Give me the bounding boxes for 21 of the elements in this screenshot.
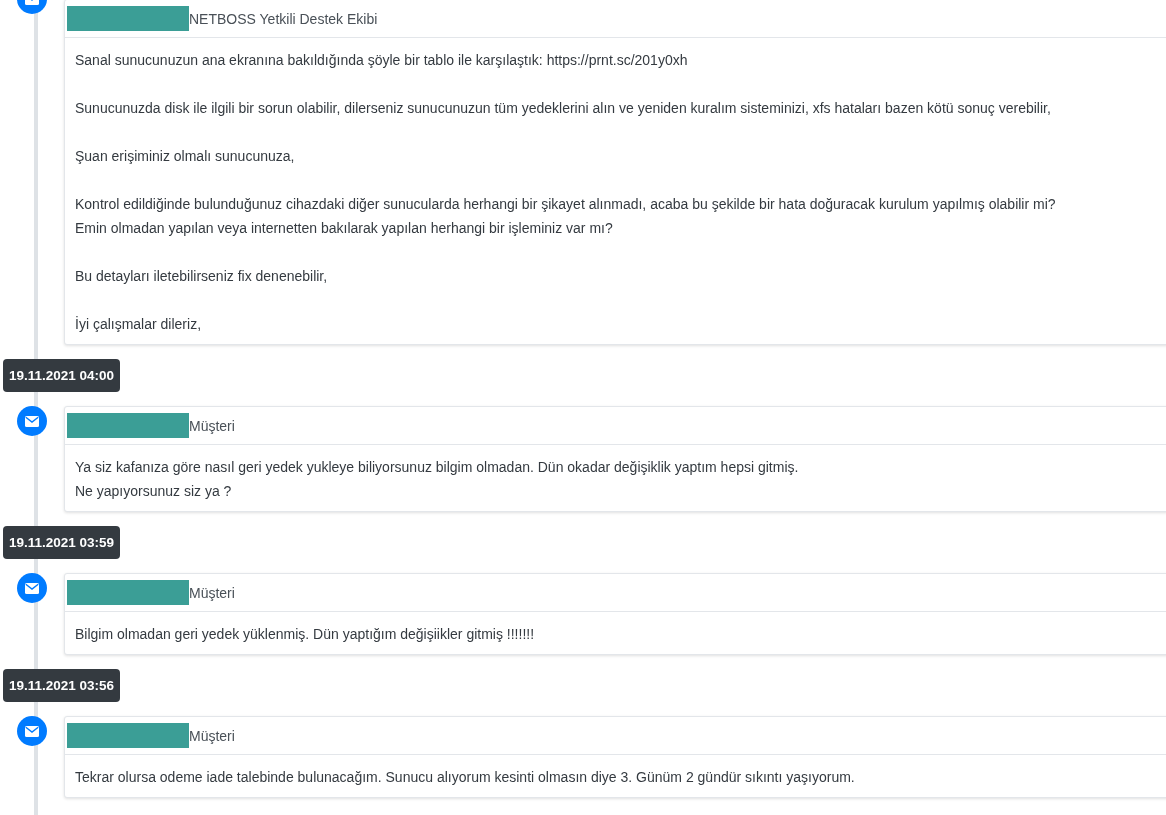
author-label: Müşteri — [189, 417, 235, 434]
message-text: Emin olmadan yapılan veya internetten bakılarak yapılan herhangi bir işleminiz var mı? — [75, 219, 614, 238]
date-badge: 19.11.2021 04:00 — [3, 359, 121, 392]
message-text: Ne yapıyorsunuz siz ya ? — [75, 482, 233, 501]
date-badge: 19.11.2021 03:56 — [3, 669, 121, 702]
message-text: Bilgim olmadan geri yedek yüklenmiş. Dün yaptığım değişiikler gitmiş !!!!!!! — [75, 625, 536, 644]
message-text: Şuan erişiminiz olmalı sunucunuza, — [75, 147, 296, 166]
author-label: Müşteri — [189, 727, 235, 744]
author-label: Müşteri — [189, 584, 235, 601]
message-text: Ya siz kafanıza göre nasıl geri yedek yukleye biliyorsunuz bilgim olmadan. Dün okadar değişiklik yaptım hepsi gitmiş. — [75, 458, 800, 477]
message-text: Sanal sunucunuzun ana ekranına bakıldığında şöyle bir tablo ile karşılaştık: https://prnt.sc/201y0xh — [75, 51, 689, 70]
message-text: Tekrar olursa odeme iade talebinde bulunacağım. Sunucu alıyorum kesinti olmasın diye 3. Günüm 2 gündür sıkıntı yaşıyorum. — [75, 768, 856, 787]
envelope-icon — [24, 725, 39, 737]
envelope-icon — [24, 415, 39, 427]
author-label: NETBOSS Yetkili Destek Ekibi — [189, 10, 378, 27]
message-text: Kontrol edildiğinde bulunduğunuz cihazdaki diğer sunucularda herhangi bir şikayet alınmadı, acaba bu şekilde bir hata doğuracak kurulum yapılmış olabilir mi? — [75, 195, 1057, 214]
date-badge: 19.11.2021 03:59 — [3, 526, 121, 559]
envelope-icon — [24, 582, 39, 594]
message-text: Bu detayları iletebilirseniz fix denenebilir, — [75, 267, 329, 286]
message-text: Sunucunuzda disk ile ilgili bir sorun olabilir, dilerseniz sunucunuzun tüm yedeklerini alın ve yeniden kuralım sisteminizi, xfs hataları bazen kötü sonuç verebilir, — [75, 99, 1052, 118]
message-text: İyi çalışmalar dileriz, — [75, 315, 203, 334]
